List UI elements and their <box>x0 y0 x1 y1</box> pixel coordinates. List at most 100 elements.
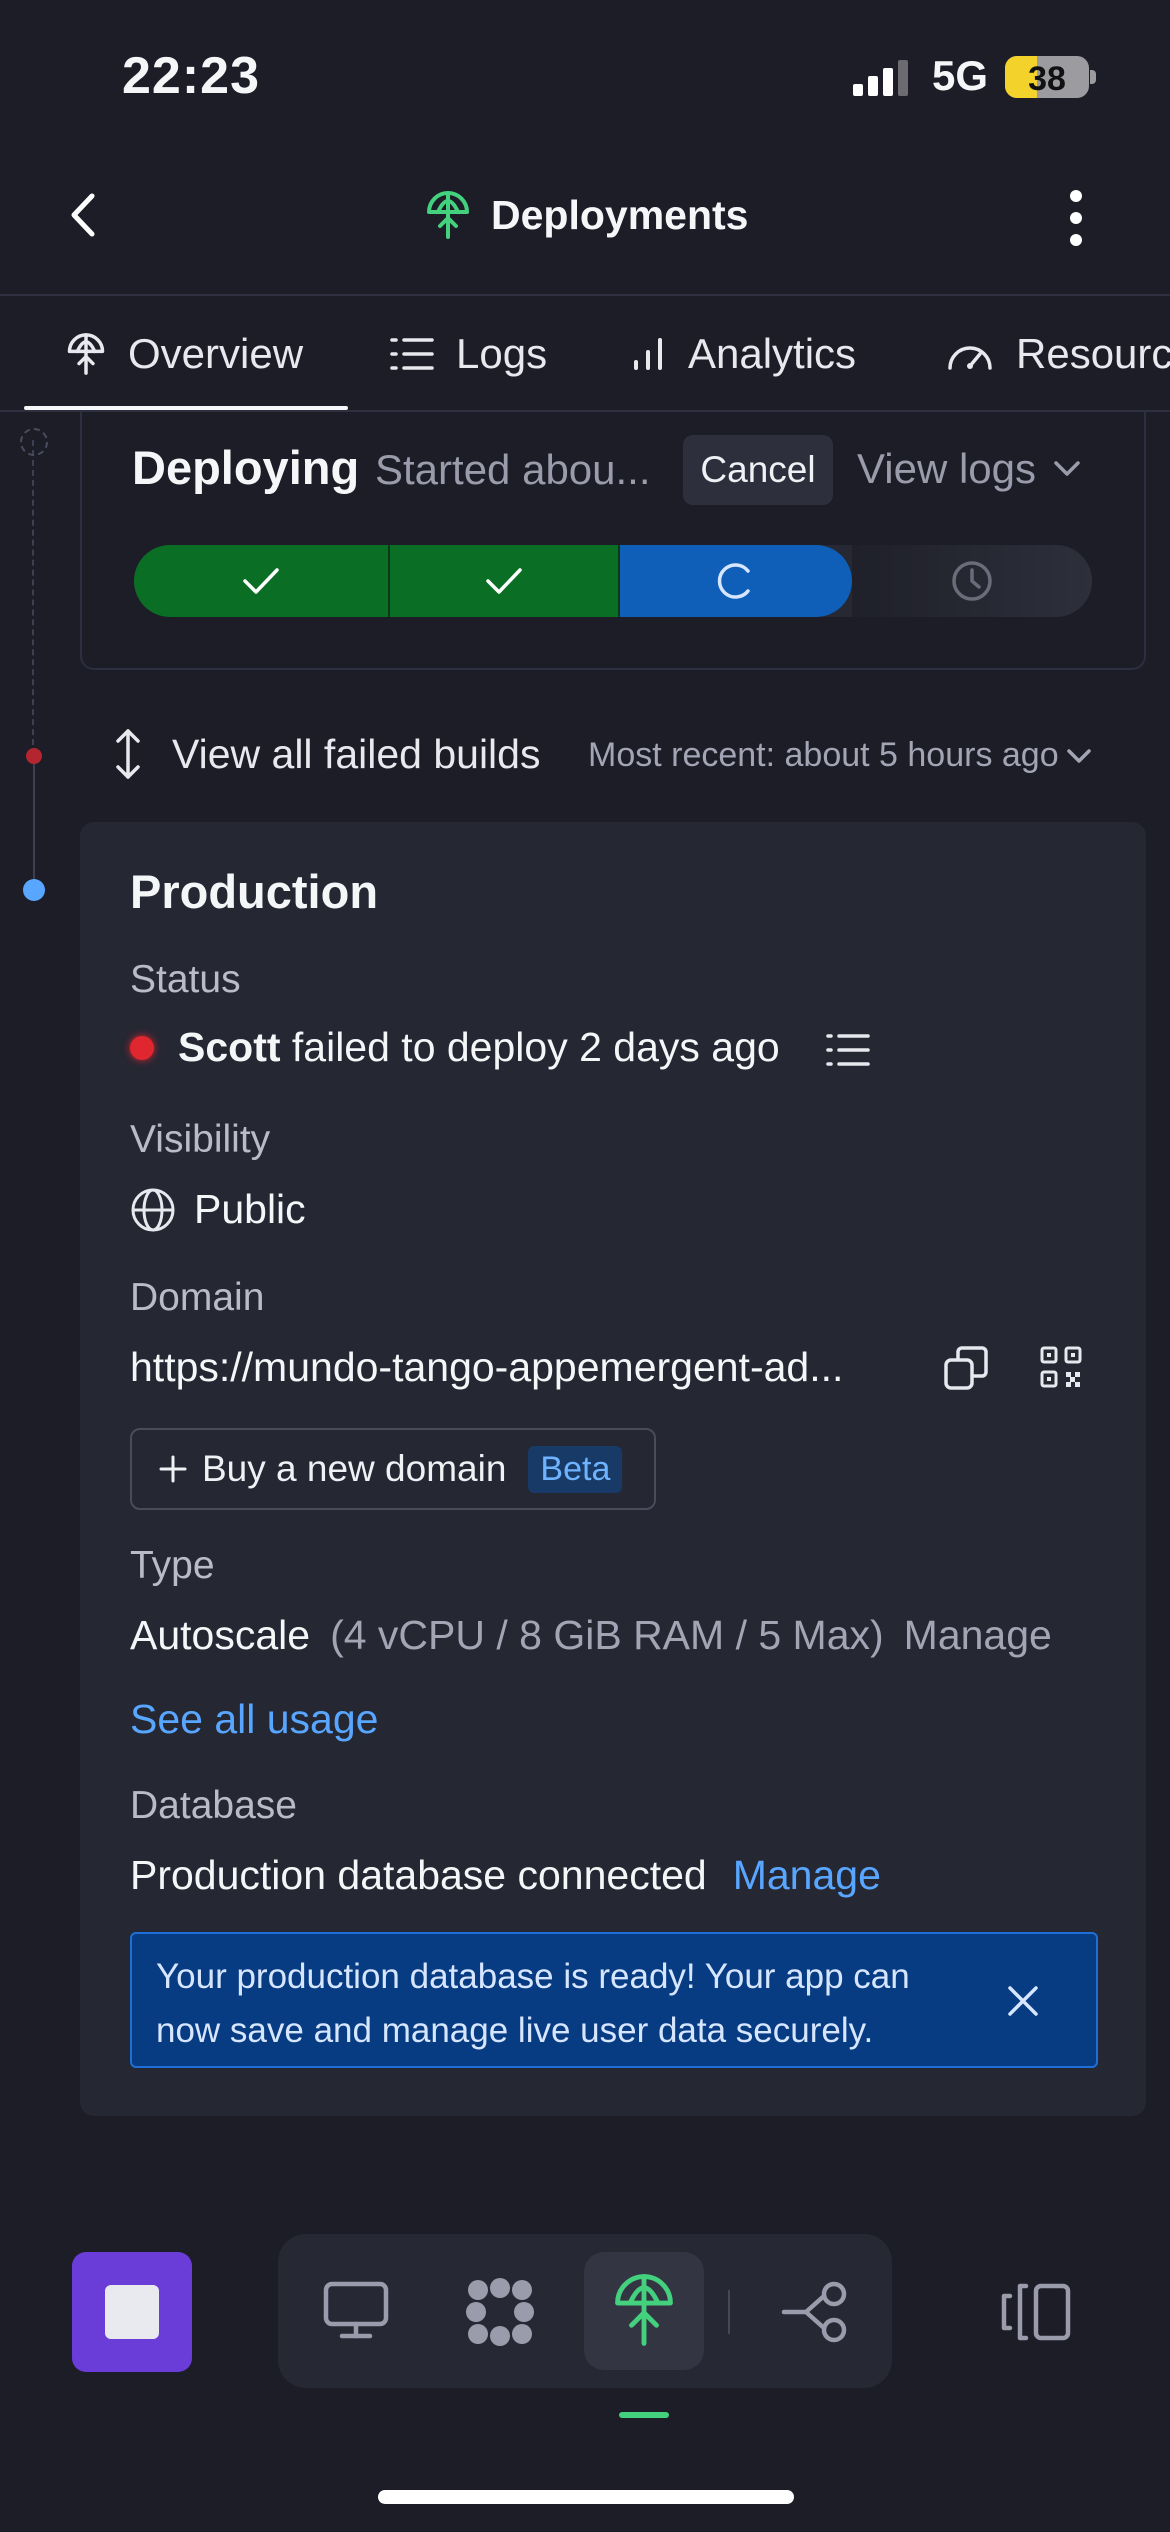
nav-active-indicator <box>619 2412 669 2418</box>
tab-bar: Overview Logs Analytics Resourc <box>0 296 1170 414</box>
status-time: 22:23 <box>122 47 260 105</box>
status-user: Scott <box>178 1024 281 1070</box>
battery-tip <box>1090 70 1096 84</box>
battery-level: 38 <box>1028 60 1066 98</box>
production-title: Production <box>130 865 379 918</box>
active-tab-indicator <box>24 406 348 410</box>
apps-icon <box>466 2278 534 2346</box>
type-value: Autoscale (4 vCPU / 8 GiB RAM / 5 Max) M… <box>130 1612 1052 1659</box>
view-logs-label: View logs <box>857 445 1036 492</box>
failed-builds-recent-text: Most recent: about 5 hours ago <box>588 736 1059 774</box>
deploy-icon <box>66 332 106 376</box>
type-label: Type <box>130 1544 215 1587</box>
buy-domain-label: Buy a new domain <box>202 1448 507 1489</box>
see-all-usage-link[interactable]: See all usage <box>130 1696 378 1743</box>
failed-builds-label: View all failed builds <box>172 730 541 777</box>
beta-badge: Beta <box>528 1445 623 1493</box>
visibility-value: Public <box>130 1186 306 1233</box>
nav-separator <box>728 2290 730 2334</box>
stop-icon <box>105 2285 159 2339</box>
visibility-text: Public <box>194 1186 306 1232</box>
step-in-progress <box>620 545 852 617</box>
type-spec: (4 vCPU / 8 GiB RAM / 5 Max) <box>330 1612 884 1658</box>
timeline-node-pending <box>20 428 48 456</box>
monitor-icon <box>323 2281 389 2339</box>
tab-resources[interactable]: Resourc <box>946 330 1170 378</box>
banner-text: Your production database is ready! Your … <box>156 1957 910 2050</box>
more-vertical-icon <box>1070 190 1082 246</box>
timeline-node-production <box>23 879 45 901</box>
tab-label: Logs <box>456 330 548 377</box>
visibility-label: Visibility <box>130 1118 271 1161</box>
banner-close-button[interactable] <box>1006 1984 1040 2018</box>
close-icon <box>1008 1986 1038 2016</box>
expand-vertical-icon <box>110 727 146 781</box>
deploy-progress-bar <box>134 545 1092 617</box>
back-button[interactable] <box>62 190 106 240</box>
tab-logs[interactable]: Logs <box>390 330 547 378</box>
network-type: 5G <box>932 52 989 99</box>
database-status: Production database connected <box>130 1852 707 1898</box>
tab-label: Overview <box>128 330 304 377</box>
type-manage-link[interactable]: Manage <box>904 1612 1052 1659</box>
gauge-icon <box>946 336 994 372</box>
status-value: Scott failed to deploy 2 days ago <box>178 1024 780 1071</box>
status-logs-button[interactable] <box>826 1033 870 1067</box>
list-icon <box>390 336 434 372</box>
bar-chart-icon <box>630 336 666 372</box>
signal-icon <box>853 60 913 96</box>
failed-builds-recent[interactable]: Most recent: about 5 hours ago <box>588 736 1091 775</box>
globe-icon <box>130 1187 176 1233</box>
domain-link[interactable]: https://mundo-tango-appemergent-ad... <box>130 1344 843 1391</box>
plus-icon <box>158 1454 188 1484</box>
view-failed-builds-button[interactable]: View all failed builds <box>110 727 540 781</box>
database-manage-link[interactable]: Manage <box>733 1852 881 1899</box>
buy-domain-button[interactable]: Buy a new domain Beta <box>130 1428 656 1510</box>
step-pending <box>852 545 1092 617</box>
deploy-icon <box>425 190 471 240</box>
status-error-indicator <box>130 1036 154 1060</box>
check-icon <box>486 568 522 594</box>
tab-label: Analytics <box>688 330 857 377</box>
tab-analytics[interactable]: Analytics <box>630 330 856 378</box>
view-logs-button[interactable]: View logs <box>857 445 1080 493</box>
deploying-title: Deploying <box>132 441 360 494</box>
workflow-icon <box>781 2281 847 2343</box>
cancel-button[interactable]: Cancel <box>683 435 833 505</box>
nav-workflows-button[interactable] <box>780 2280 850 2344</box>
deploying-subtitle: Started abou... <box>375 446 651 493</box>
more-button[interactable] <box>1068 190 1084 246</box>
status-text: failed to deploy 2 days ago <box>280 1024 780 1070</box>
qr-code-icon <box>1040 1346 1082 1388</box>
list-icon <box>826 1034 870 1066</box>
timeline-node-failed <box>26 748 42 764</box>
panel-toggle-button[interactable] <box>1000 2282 1072 2342</box>
step-complete <box>134 545 390 617</box>
domain-label: Domain <box>130 1276 265 1319</box>
chevron-down-icon <box>1066 748 1091 763</box>
copy-icon <box>944 1346 988 1390</box>
nav-deployments-button[interactable] <box>612 2272 676 2348</box>
panel-toggle-icon <box>1001 2283 1071 2341</box>
deploy-icon <box>615 2274 673 2346</box>
page-title: Deployments <box>425 190 748 240</box>
copy-button[interactable] <box>944 1346 988 1390</box>
chevron-down-icon <box>1054 461 1080 477</box>
clock-icon <box>952 561 992 601</box>
tab-overview[interactable]: Overview <box>66 330 303 378</box>
stop-button[interactable] <box>72 2252 192 2372</box>
qr-code-button[interactable] <box>1040 1346 1082 1388</box>
timeline-line <box>33 762 35 882</box>
database-label: Database <box>130 1784 297 1827</box>
nav-apps-button[interactable] <box>464 2276 536 2348</box>
check-icon <box>243 568 279 594</box>
battery-icon: 38 <box>1005 56 1089 98</box>
type-name: Autoscale <box>130 1612 311 1658</box>
timeline-line <box>32 440 34 755</box>
nav-preview-button[interactable] <box>322 2280 390 2340</box>
page-title-text: Deployments <box>491 191 749 238</box>
spinner-icon <box>717 563 750 599</box>
step-complete <box>390 545 620 617</box>
home-indicator <box>378 2490 794 2504</box>
database-value: Production database connected Manage <box>130 1852 881 1899</box>
